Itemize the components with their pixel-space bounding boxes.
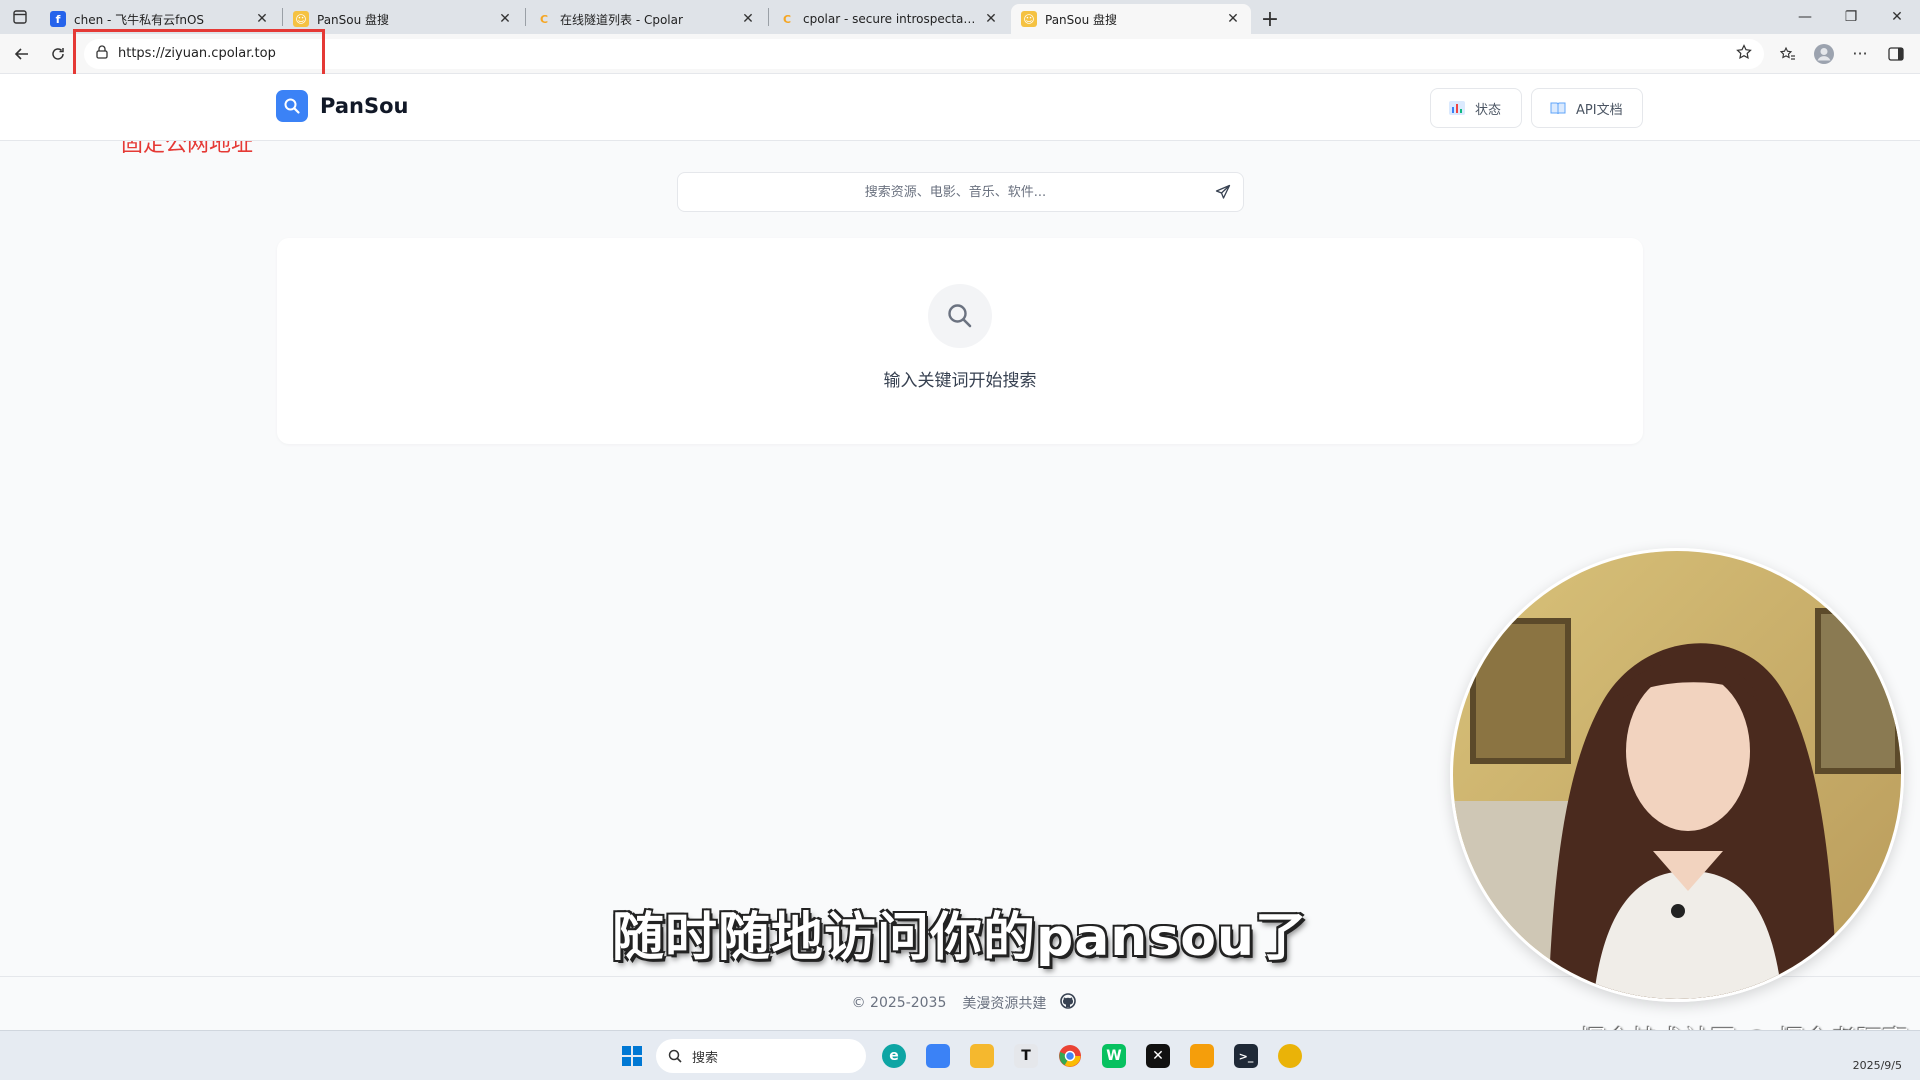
typora-icon[interactable]: T (1006, 1037, 1046, 1075)
minimize-icon[interactable]: — (1782, 0, 1828, 34)
fnos-favicon-icon: f (50, 11, 66, 27)
close-icon[interactable]: ✕ (1225, 11, 1241, 27)
taskbar-search-label: 搜索 (692, 1050, 719, 1066)
footer-link[interactable]: 美漫资源共建 (962, 993, 1046, 1013)
api-docs-label: API文档 (1576, 102, 1623, 118)
close-icon[interactable]: ✕ (740, 11, 756, 27)
search-logo-icon (276, 90, 308, 122)
tab-actions-menu-icon[interactable] (0, 0, 40, 34)
favorite-star-icon[interactable] (1736, 43, 1752, 64)
capcut-icon[interactable]: ✕ (1138, 1037, 1178, 1075)
send-search-button[interactable] (1203, 172, 1243, 212)
status-label: 状态 (1475, 102, 1502, 118)
restore-icon[interactable]: ❐ (1828, 0, 1874, 34)
photos-app-icon[interactable] (918, 1037, 958, 1075)
search-icon (928, 284, 992, 348)
chart-icon (1449, 101, 1465, 115)
send-icon (1215, 184, 1231, 199)
back-icon[interactable] (4, 36, 40, 72)
video-subtitle: 随时随地访问你的pansou了 (611, 908, 1309, 968)
search-icon (668, 1049, 682, 1063)
copyright-text: © 2025-2035 (851, 994, 947, 1011)
cpolar-favicon-icon: C (539, 12, 549, 26)
tab-title: PanSou 盘搜 (1045, 12, 1118, 27)
refresh-icon[interactable] (40, 36, 76, 72)
cpolar-favicon-icon: C (782, 12, 792, 26)
profile-avatar-icon[interactable] (1806, 36, 1842, 72)
address-bar[interactable]: https://ziyuan.cpolar.top (84, 38, 1764, 69)
app-header: PanSou 状态 API文档 (0, 74, 1920, 141)
close-icon[interactable]: ✕ (983, 11, 999, 27)
brand-name: PanSou (320, 94, 409, 118)
browser-tab-cpolar[interactable]: C cpolar - secure introspectable tun ✕ (769, 4, 1009, 34)
taskbar-apps: 搜索 e T W ✕ >_ (612, 1037, 1314, 1075)
github-icon[interactable] (1060, 992, 1077, 1013)
browser-tab-cpolar-tunnels[interactable]: C 在线隧道列表 - Cpolar ✕ (526, 4, 766, 34)
pansou-favicon-icon: ☺ (1021, 11, 1037, 27)
tab-title: chen - 飞牛私有云fnOS (74, 12, 205, 27)
file-explorer-icon[interactable] (962, 1037, 1002, 1075)
terminal-icon[interactable]: >_ (1226, 1037, 1266, 1075)
toolbar-actions: ··· (1770, 36, 1914, 72)
close-icon[interactable]: ✕ (254, 11, 270, 27)
more-options-icon[interactable]: ··· (1842, 36, 1878, 72)
book-icon (1550, 101, 1566, 115)
search-input[interactable] (678, 184, 1203, 200)
window-controls: — ❐ ✕ (1782, 0, 1920, 34)
wechat-icon[interactable]: W (1094, 1037, 1134, 1075)
browser-tab-pansou-active[interactable]: ☺ PanSou 盘搜 ✕ (1011, 4, 1251, 34)
brand-logo[interactable]: PanSou (276, 90, 408, 122)
empty-state-message: 输入关键词开始搜索 (883, 371, 1037, 391)
api-docs-button[interactable]: API文档 (1531, 88, 1643, 128)
windows-taskbar: 搜索 e T W ✕ >_ 2025/9/5 (0, 1030, 1920, 1080)
remote-desktop-icon[interactable] (1182, 1037, 1222, 1075)
taskbar-date: 2025/9/5 (1852, 1059, 1902, 1072)
tab-title: cpolar - secure introspectable tun (803, 12, 983, 26)
sidebar-toggle-icon[interactable] (1878, 36, 1914, 72)
tab-title: 在线隧道列表 - Cpolar (560, 12, 683, 27)
app-icon[interactable] (1270, 1037, 1310, 1075)
search-box (677, 172, 1244, 212)
chrome-icon[interactable] (1050, 1037, 1090, 1075)
results-empty-card: 输入关键词开始搜索 (277, 238, 1643, 444)
url-text[interactable]: https://ziyuan.cpolar.top (118, 46, 1736, 61)
close-window-icon[interactable]: ✕ (1874, 0, 1920, 34)
pansou-favicon-icon: ☺ (293, 11, 309, 27)
favorites-icon[interactable] (1770, 36, 1806, 72)
new-tab-button[interactable]: + (1253, 4, 1287, 34)
windows-start-icon[interactable] (612, 1037, 652, 1075)
taskbar-search[interactable]: 搜索 (656, 1039, 866, 1073)
tab-title: PanSou 盘搜 (317, 12, 390, 27)
edge-browser-icon[interactable]: e (874, 1037, 914, 1075)
close-icon[interactable]: ✕ (497, 11, 513, 27)
status-button[interactable]: 状态 (1430, 88, 1522, 128)
